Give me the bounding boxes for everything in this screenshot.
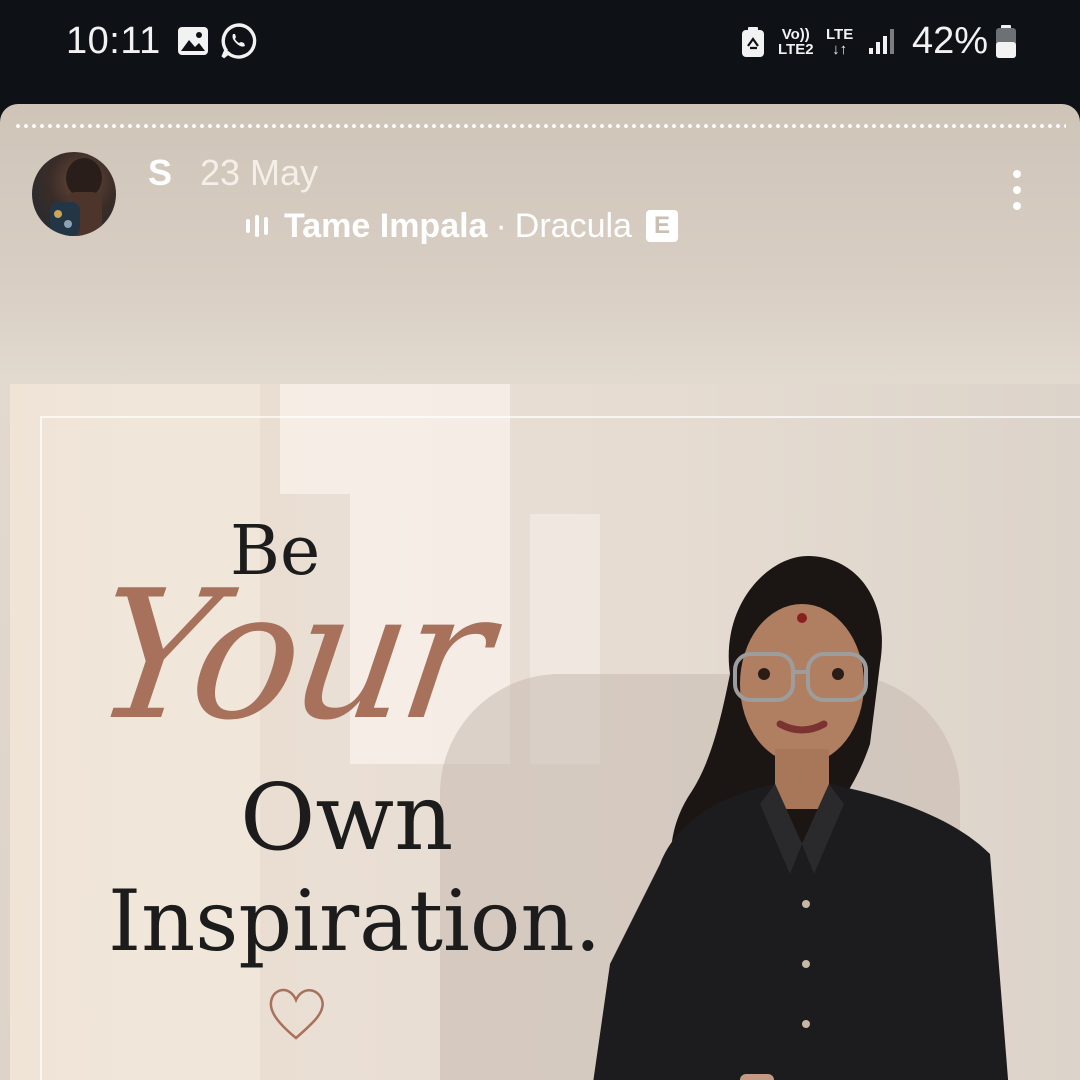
avatar-image — [50, 158, 102, 236]
more-vertical-icon[interactable] — [1004, 170, 1030, 214]
battery-percent: 42% — [912, 20, 989, 62]
signal-icon — [869, 29, 894, 54]
music-bars-icon — [246, 215, 268, 237]
volte-indicator: Vo)) LTE2 — [778, 26, 814, 58]
person-photo — [593, 555, 1009, 1080]
story-progress-bar — [14, 124, 1066, 128]
post-text-inspiration: Inspiration. — [108, 872, 602, 970]
story-post-image: Be Your Own Inspiration. — [10, 384, 1080, 1080]
lte-indicator: LTE ↓↑ — [826, 26, 854, 58]
battery-icon — [996, 25, 1016, 58]
music-separator: · — [495, 206, 507, 245]
story-music-sticker[interactable]: Tame Impala · Dracula E — [246, 204, 678, 248]
post-text-your: Your — [83, 552, 498, 759]
music-artist: Tame Impala — [284, 206, 488, 245]
whatsapp-icon — [221, 23, 257, 59]
battery-saver-icon — [742, 27, 764, 57]
status-bar: 10:11 Vo)) LTE2 LTE ↓↑ 42% — [0, 0, 1080, 100]
story-card[interactable]: S 23 May Tame Impala · Dracula E Be Your… — [0, 104, 1080, 1080]
heart-outline-icon — [269, 988, 324, 1040]
story-date: 23 May — [200, 152, 319, 193]
music-track: Dracula — [514, 206, 632, 245]
explicit-badge: E — [645, 210, 678, 242]
post-text-own: Own — [240, 764, 454, 871]
gallery-icon — [178, 27, 208, 55]
status-time: 10:11 — [66, 20, 161, 62]
avatar[interactable] — [32, 152, 116, 236]
story-username[interactable]: S — [148, 152, 172, 194]
